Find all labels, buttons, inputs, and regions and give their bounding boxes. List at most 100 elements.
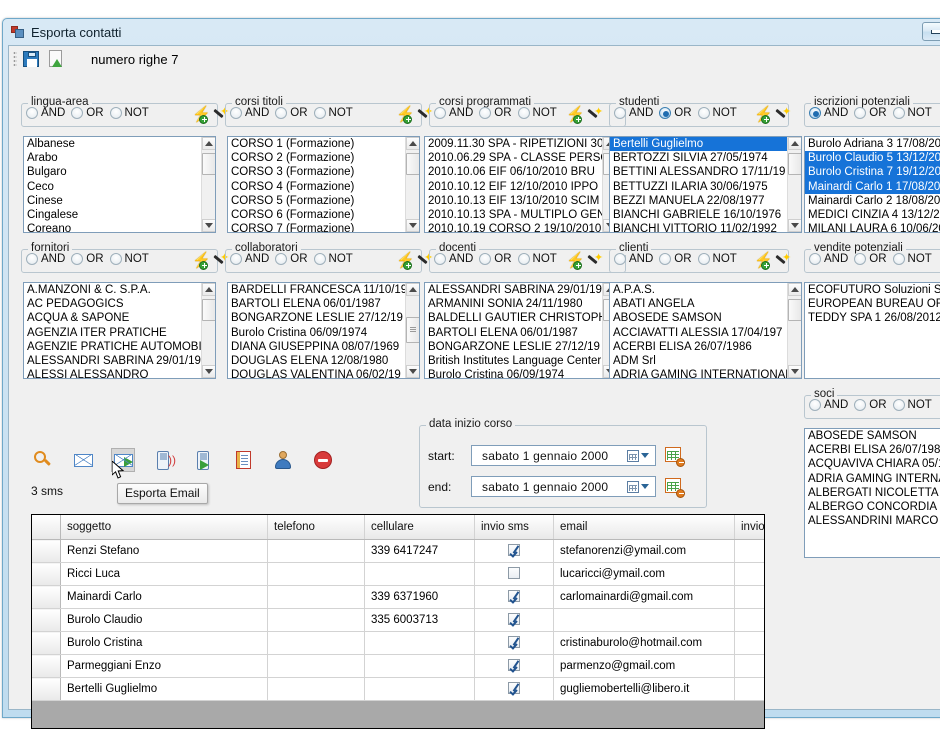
- lightning-add-icon[interactable]: ⚡: [396, 107, 415, 124]
- list-item[interactable]: ALBERGO CONCORDIA: [805, 500, 940, 514]
- list-item[interactable]: CORSO 3 (Formazione): [228, 165, 405, 179]
- cell-soggetto[interactable]: Burolo Cristina: [60, 631, 268, 655]
- list-item[interactable]: 2010.10.06 EIF 06/10/2010 BRU: [425, 165, 602, 179]
- radio-vendite_potenziali-and[interactable]: AND: [809, 253, 848, 265]
- column-header-cellulare[interactable]: cellulare: [364, 515, 475, 540]
- radio-collaboratori-not[interactable]: NOT: [313, 253, 353, 265]
- list-item[interactable]: Cingalese: [24, 208, 201, 222]
- table-row[interactable]: Ricci Luca lucaricci@ymail.com: [32, 562, 764, 586]
- list-item[interactable]: BIANCHI VITTORIO 11/02/1992: [610, 222, 787, 232]
- list-item[interactable]: Burolo Cristina 06/09/1974: [228, 326, 405, 340]
- list-item[interactable]: CORSO 4 (Formazione): [228, 180, 405, 194]
- list-item[interactable]: ACERBI ELISA 26/07/1986: [805, 443, 940, 457]
- list-item[interactable]: ABOSEDE SAMSON: [805, 429, 940, 443]
- list-item[interactable]: BETTUZZI ILARIA 30/06/1975: [610, 180, 787, 194]
- list-item[interactable]: AC PEDAGOGICS: [24, 297, 201, 311]
- list-item[interactable]: 2010.10.19 CORSO 2 19/10/2010: [425, 222, 602, 232]
- radio-lingua_area-or[interactable]: OR: [71, 107, 104, 119]
- row-selector[interactable]: [32, 608, 61, 632]
- cell-invio-sms[interactable]: [474, 608, 554, 632]
- radio-fornitori-not[interactable]: NOT: [109, 253, 149, 265]
- scroll-down-button[interactable]: [406, 219, 419, 232]
- column-header-invio-sms[interactable]: invio sms: [474, 515, 554, 540]
- radio-studenti-and[interactable]: AND: [614, 107, 653, 119]
- list-item[interactable]: BERTOZZI SILVIA 27/05/1974: [610, 151, 787, 165]
- scroll-down-button[interactable]: [406, 365, 419, 378]
- list-item[interactable]: ADM Srl: [610, 354, 787, 368]
- list-item[interactable]: MEDICI CINZIA 4 13/12/2012: [805, 208, 940, 222]
- list-item[interactable]: ALBERGATI NICOLETTA 07/: [805, 486, 940, 500]
- list-item[interactable]: Burolo Claudio 5 13/12/2012: [805, 151, 940, 166]
- list-item[interactable]: ACCIAVATTI ALESSIA 17/04/197: [610, 326, 787, 340]
- cell-telefono[interactable]: [267, 585, 365, 609]
- list-item[interactable]: BARTOLI ELENA 06/01/1987: [228, 297, 405, 311]
- radio-fornitori-and[interactable]: AND: [26, 253, 65, 265]
- lightning-add-icon[interactable]: ⚡: [566, 107, 585, 124]
- radio-vendite_potenziali-or[interactable]: OR: [854, 253, 887, 265]
- radio-studenti-not[interactable]: NOT: [697, 107, 737, 119]
- list-item[interactable]: 2010.10.13 SPA - MULTIPLO GEN: [425, 208, 602, 222]
- cell-cellulare[interactable]: [364, 631, 475, 655]
- cell-soggetto[interactable]: Renzi Stefano: [60, 539, 268, 563]
- listbox-collaboratori[interactable]: BARDELLI FRANCESCA 11/10/19 BARTOLI ELENA…: [227, 282, 420, 379]
- listbox-iscrizioni_potenziali[interactable]: Burolo Adriana 3 17/08/2012 Burolo Claudi…: [804, 136, 940, 233]
- lightning-add-icon[interactable]: ⚡: [754, 253, 773, 270]
- listbox-scrollbar[interactable]: [787, 137, 801, 232]
- list-item[interactable]: Burolo Cristina 7 19/12/2012: [805, 165, 940, 180]
- list-item[interactable]: ABATI ANGELA: [610, 297, 787, 311]
- list-item[interactable]: TEDDY SPA 1 26/08/2012: [805, 311, 940, 325]
- scroll-up-button[interactable]: [788, 137, 801, 150]
- listbox-fornitori[interactable]: A.MANZONI & C. S.P.A. AC PEDAGOGICS ACQUA …: [23, 282, 216, 379]
- lightning-add-icon[interactable]: ⚡: [192, 107, 211, 124]
- cell-invio-mail[interactable]: [734, 562, 764, 586]
- radio-corsi_titoli-not[interactable]: NOT: [313, 107, 353, 119]
- listbox-scrollbar[interactable]: [201, 137, 215, 232]
- radio-corsi_programmati-not[interactable]: NOT: [517, 107, 557, 119]
- listbox-scrollbar[interactable]: [787, 283, 801, 378]
- list-item[interactable]: CORSO 6 (Formazione): [228, 208, 405, 222]
- listbox-lingua_area[interactable]: Albanese Arabo Bulgaro Ceco Cinese Cingalese C…: [23, 136, 216, 233]
- list-item[interactable]: ACERBI ELISA 26/07/1986: [610, 340, 787, 354]
- cell-cellulare[interactable]: 339 6417247: [364, 539, 475, 563]
- date-end-clear-button[interactable]: [665, 477, 685, 498]
- list-item[interactable]: 2010.10.13 EIF 13/10/2010 SCIM: [425, 194, 602, 208]
- listbox-scrollbar[interactable]: [405, 283, 419, 378]
- cell-soggetto[interactable]: Parmeggiani Enzo: [60, 654, 268, 678]
- cell-telefono[interactable]: [267, 631, 365, 655]
- list-item[interactable]: BEZZI MANUELA 22/08/1977: [610, 194, 787, 208]
- listbox-soci[interactable]: ABOSEDE SAMSON ACERBI ELISA 26/07/1986 ACQ…: [804, 428, 940, 558]
- list-item[interactable]: BALDELLI GAUTIER CHRISTOPH: [425, 311, 602, 325]
- radio-corsi_programmati-or[interactable]: OR: [479, 107, 512, 119]
- cell-cellulare[interactable]: [364, 654, 475, 678]
- list-item[interactable]: 2010.10.12 EIF 12/10/2010 IPPO: [425, 180, 602, 194]
- checkbox-invio-sms[interactable]: [508, 567, 520, 580]
- list-item[interactable]: BONGARZONE LESLIE 27/12/19: [228, 311, 405, 325]
- cell-invio-sms[interactable]: [474, 677, 554, 701]
- list-item[interactable]: ABOSEDE SAMSON: [610, 311, 787, 325]
- row-selector[interactable]: [32, 539, 61, 563]
- cell-invio-sms[interactable]: [474, 654, 554, 678]
- radio-clienti-not[interactable]: NOT: [697, 253, 737, 265]
- table-row[interactable]: Burolo Cristina cristinaburolo@hotmail.co…: [32, 631, 764, 655]
- row-selector[interactable]: [32, 677, 61, 701]
- radio-corsi_titoli-and[interactable]: AND: [230, 107, 269, 119]
- list-item[interactable]: AGENZIE PRATICHE AUTOMOBI: [24, 340, 201, 354]
- column-header-telefono[interactable]: telefono: [267, 515, 365, 540]
- list-item[interactable]: BONGARZONE LESLIE 27/12/19: [425, 340, 602, 354]
- radio-docenti-not[interactable]: NOT: [517, 253, 557, 265]
- cell-telefono[interactable]: [267, 677, 365, 701]
- checkbox-invio-sms[interactable]: [508, 636, 520, 649]
- list-item[interactable]: CORSO 7 (Formazione): [228, 222, 405, 232]
- radio-fornitori-or[interactable]: OR: [71, 253, 104, 265]
- list-item[interactable]: Coreano: [24, 222, 201, 232]
- list-item[interactable]: ALESSANDRI SABRINA 29/01/19: [425, 283, 602, 297]
- listbox-corsi_programmati[interactable]: 2009.11.30 SPA - RIPETIZIONI 30 2010.06.2…: [424, 136, 617, 233]
- search-button[interactable]: [31, 448, 55, 472]
- radio-corsi_titoli-or[interactable]: OR: [275, 107, 308, 119]
- table-row[interactable]: Renzi Stefano 339 6417247 stefanorenzi@yma…: [32, 539, 764, 563]
- column-header-email[interactable]: email: [553, 515, 735, 540]
- lightning-add-icon[interactable]: ⚡: [192, 253, 211, 270]
- list-item[interactable]: EUROPEAN BUREAU OF DE: [805, 297, 940, 311]
- list-item[interactable]: ACQUAVIVA CHIARA 05/12/: [805, 457, 940, 471]
- column-header-invio-mail[interactable]: invio mail: [734, 515, 764, 540]
